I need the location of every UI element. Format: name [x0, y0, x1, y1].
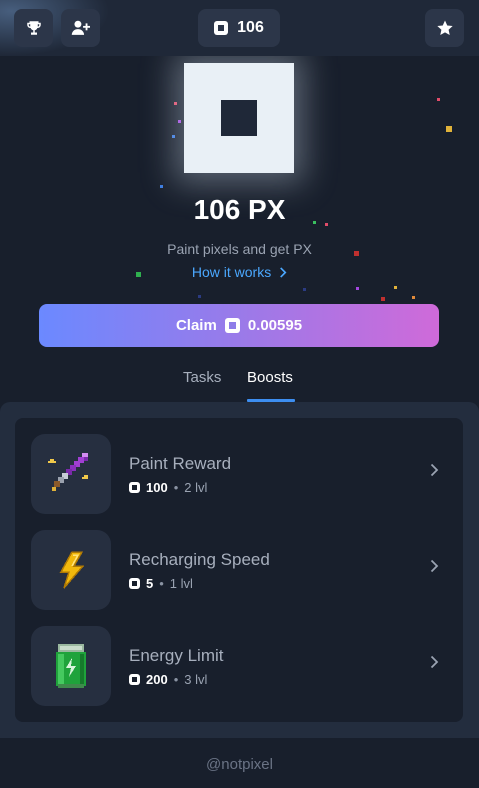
trophy-icon [26, 21, 41, 35]
confetti [437, 98, 440, 101]
hero-subtitle: Paint pixels and get PX [167, 241, 312, 257]
chevron-right-icon [430, 559, 439, 573]
hero-section: 106 PX Paint pixels and get PX How it wo… [0, 56, 479, 402]
how-it-works-link[interactable]: How it works [0, 264, 479, 280]
boost-cost: 100 [146, 480, 168, 495]
boost-item-energy-limit[interactable]: Energy Limit 200 • 3 lvl [15, 626, 463, 706]
confetti [394, 286, 397, 289]
boost-level: 3 lvl [184, 672, 208, 687]
claim-amount: 0.00595 [247, 317, 303, 334]
confetti [160, 185, 163, 188]
footer: @notpixel [0, 738, 479, 788]
star-icon [436, 20, 453, 36]
separator-dot: • [159, 576, 164, 591]
pixel-logo-center [221, 100, 257, 136]
boost-meta: 200 • 3 lvl [129, 672, 207, 687]
pixel-coin-icon [129, 482, 140, 493]
pixel-coin-icon [224, 318, 240, 333]
leaderboard-button[interactable] [14, 9, 53, 47]
tab-boosts[interactable]: Boosts [247, 369, 293, 386]
pixel-logo [184, 63, 294, 173]
boosts-list: Paint Reward 100 • 2 lvl Recharging Spee… [15, 418, 463, 722]
px-balance-title: 106 PX [193, 194, 286, 225]
boosts-panel: Paint Reward 100 • 2 lvl Recharging Spee… [0, 402, 479, 738]
boost-item-paint-reward[interactable]: Paint Reward 100 • 2 lvl [15, 434, 463, 514]
pixel-coin-icon [129, 578, 140, 589]
claim-label: Claim [175, 317, 217, 334]
chevron-right-icon [430, 655, 439, 669]
confetti [174, 102, 177, 105]
add-user-icon [71, 20, 90, 35]
boost-meta: 5 • 1 lvl [129, 576, 193, 591]
balance-value: 106 [237, 19, 264, 36]
boost-cost: 200 [146, 672, 168, 687]
boost-level: 1 lvl [169, 576, 193, 591]
paintbrush-icon [48, 453, 88, 491]
separator-dot: • [173, 480, 179, 495]
pixel-coin-icon [214, 21, 229, 35]
confetti [446, 126, 452, 132]
boost-level: 2 lvl [184, 480, 208, 495]
chevron-right-icon [430, 463, 439, 477]
lightning-icon [59, 551, 85, 589]
claim-button[interactable]: Claim 0.00595 [39, 304, 439, 347]
confetti [381, 297, 385, 301]
boost-meta: 100 • 2 lvl [129, 480, 207, 495]
confetti [412, 296, 415, 299]
invite-friend-button[interactable] [61, 9, 100, 47]
tab-tasks[interactable]: Tasks [183, 369, 221, 386]
balance-pill[interactable]: 106 [198, 9, 280, 47]
confetti [356, 287, 359, 290]
tab-bar: Tasks Boosts [0, 367, 479, 402]
boost-icon-box [31, 434, 111, 514]
boost-item-recharging-speed[interactable]: Recharging Speed 5 • 1 lvl [15, 530, 463, 610]
confetti [303, 288, 306, 291]
how-it-works-label: How it works [191, 264, 272, 280]
confetti [178, 120, 181, 123]
top-bar: 106 [0, 0, 479, 56]
battery-icon [56, 644, 86, 688]
footer-handle: @notpixel [206, 756, 273, 773]
separator-dot: • [173, 672, 179, 687]
favorites-button[interactable] [425, 9, 464, 47]
boost-name: Paint Reward [129, 454, 232, 473]
boost-icon-box [31, 530, 111, 610]
boost-cost: 5 [146, 576, 154, 591]
pixel-coin-icon [129, 674, 140, 685]
boost-icon-box [31, 626, 111, 706]
confetti [198, 295, 201, 298]
chevron-right-icon [280, 267, 287, 278]
confetti [172, 135, 175, 138]
boost-name: Energy Limit [129, 646, 224, 665]
boost-name: Recharging Speed [129, 550, 270, 569]
